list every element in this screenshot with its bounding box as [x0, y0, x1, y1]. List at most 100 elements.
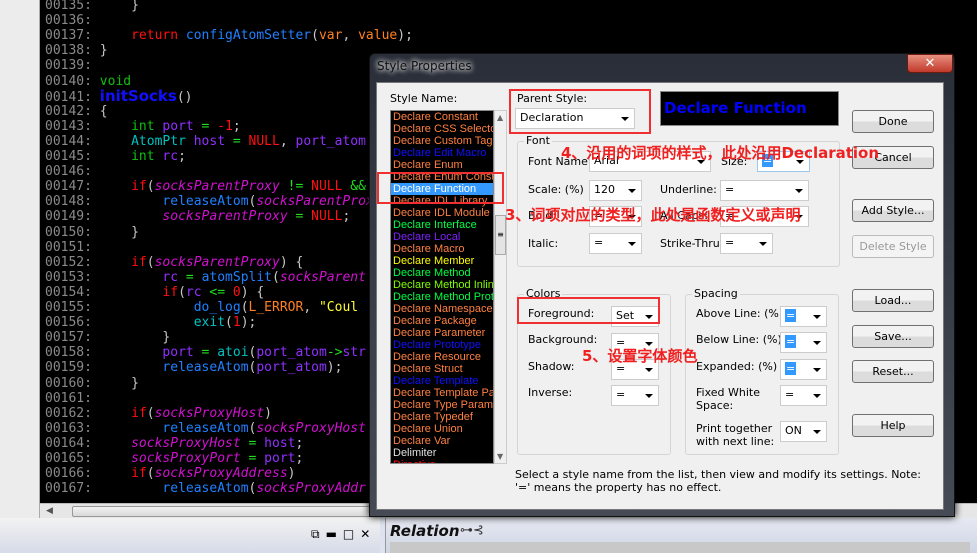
minimize-icon[interactable]: ▬: [326, 527, 343, 541]
pane-controls[interactable]: ⧉▬□✕: [311, 527, 376, 542]
style-list-item[interactable]: Declare Custom Tag: [391, 135, 493, 147]
style-list-item[interactable]: Declare Local: [391, 231, 493, 243]
close-button[interactable]: ✕: [907, 54, 953, 73]
code-line[interactable]: 00167: releaseAtom(socksProxyAddr: [45, 481, 366, 496]
code-line[interactable]: 00158: port = atoi(port_atom->str: [45, 345, 366, 360]
code-line[interactable]: 00151:: [45, 240, 100, 255]
style-list-item[interactable]: Declare Template Param: [391, 387, 493, 399]
underline-select[interactable]: =: [720, 180, 809, 201]
style-list-item[interactable]: Delimiter: [391, 447, 493, 459]
above-line-select[interactable]: =: [780, 306, 827, 327]
line-number: 00143:: [45, 118, 92, 134]
style-list-item[interactable]: Declare Parameter: [391, 327, 493, 339]
code-line[interactable]: 00162: if(socksProxyHost): [45, 406, 272, 421]
restore-icon[interactable]: ⧉: [311, 527, 326, 541]
style-list-item[interactable]: Declare Method Prototype: [391, 291, 493, 303]
style-list-item[interactable]: Declare Constant: [391, 111, 493, 123]
code-line[interactable]: 00145: int rc;: [45, 149, 186, 164]
print-together-select[interactable]: ON: [780, 421, 827, 442]
code-line[interactable]: 00135: }: [45, 0, 139, 13]
expanded-select[interactable]: =: [780, 359, 827, 380]
scroll-left-arrow-icon[interactable]: ◀: [46, 506, 53, 516]
code-line[interactable]: 00165: socksProxyPort = port;: [45, 451, 303, 466]
code-line[interactable]: 00144: AtomPtr host = NULL, port_atom: [45, 134, 366, 149]
close-icon[interactable]: ✕: [360, 527, 376, 541]
style-list-item[interactable]: Declare Edit Macro: [391, 147, 493, 159]
help-button[interactable]: Help: [852, 414, 934, 437]
font-group-title: Font: [524, 134, 552, 147]
style-list-item[interactable]: Declare Prototype: [391, 339, 493, 351]
style-list-item[interactable]: Declare Template: [391, 375, 493, 387]
code-line[interactable]: 00148: releaseAtom(socksParentProxy: [45, 194, 382, 209]
code-line[interactable]: 00149: socksParentProxy = NULL;: [45, 209, 350, 224]
scroll-down-icon[interactable]: ▼: [497, 452, 503, 461]
scroll-up-icon[interactable]: ▲: [497, 113, 503, 122]
line-number: 00147:: [45, 179, 92, 195]
code-line[interactable]: 00143: int port = -1;: [45, 119, 241, 134]
code-line[interactable]: 00146:: [45, 164, 100, 179]
style-list-item[interactable]: Declare CSS Selector: [391, 123, 493, 135]
code-line[interactable]: 00136:: [45, 13, 100, 28]
code-token: port: [162, 118, 194, 134]
code-line[interactable]: 00154: if(rc <= 0) {: [45, 285, 264, 300]
style-list-item[interactable]: Declare Method: [391, 267, 493, 279]
code-line[interactable]: 00141: initSocks(): [45, 88, 193, 105]
fixed-white-space-select[interactable]: =: [780, 385, 827, 406]
style-list-item[interactable]: Declare Typedef: [391, 411, 493, 423]
code-line[interactable]: 00161:: [45, 391, 100, 406]
style-list-item[interactable]: Declare Struct: [391, 363, 493, 375]
delete-style-button[interactable]: Delete Style: [852, 235, 934, 258]
code-line[interactable]: 00153: rc = atomSplit(socksParent: [45, 270, 366, 285]
code-line[interactable]: 00163: releaseAtom(socksProxyHost: [45, 421, 366, 436]
line-number: 00155:: [45, 300, 92, 315]
code-line[interactable]: 00160: }: [45, 376, 139, 391]
style-list-item[interactable]: Declare Resource: [391, 351, 493, 363]
code-line[interactable]: 00150: }: [45, 225, 139, 240]
line-number: 00139:: [45, 58, 92, 74]
style-list-item[interactable]: Declare Package: [391, 315, 493, 327]
code-line[interactable]: 00155: do_log(L_ERROR, "Coul: [45, 300, 358, 315]
italic-select[interactable]: =: [589, 233, 642, 254]
code-token: host: [264, 435, 296, 451]
code-line[interactable]: 00138: }: [45, 43, 108, 58]
style-list-item[interactable]: Declare Union: [391, 423, 493, 435]
style-list-item[interactable]: Declare Member: [391, 255, 493, 267]
style-list-item[interactable]: Declare IDL Module: [391, 207, 493, 219]
code-line[interactable]: 00137: return configAtomSetter(var, valu…: [45, 28, 413, 43]
code-line[interactable]: 00159: releaseAtom(port_atom);: [45, 360, 342, 375]
style-list-item[interactable]: Directive: [391, 459, 493, 463]
style-list-item[interactable]: Declare Method Inline: [391, 279, 493, 291]
below-line-select[interactable]: =: [780, 332, 827, 353]
add-style-button[interactable]: Add Style...: [852, 199, 934, 222]
strike-select[interactable]: =: [720, 233, 773, 254]
done-button[interactable]: Done: [852, 110, 934, 133]
scale-select[interactable]: 120: [589, 180, 642, 201]
load-button[interactable]: Load...: [852, 289, 934, 312]
code-line[interactable]: 00164: socksProxyHost = host;: [45, 436, 303, 451]
style-list-item[interactable]: Declare Namespace: [391, 303, 493, 315]
style-list-item[interactable]: Declare Macro: [391, 243, 493, 255]
code-token: }: [99, 330, 171, 346]
reset-button[interactable]: Reset...: [852, 360, 934, 383]
style-list-scrollbar[interactable]: ▲ ≡ ▼: [494, 110, 507, 464]
code-line[interactable]: 00166: if(socksProxyAddress): [45, 466, 295, 481]
code-line[interactable]: 00147: if(socksParentProxy != NULL &&: [45, 179, 366, 194]
relation-tree-icon[interactable]: ⊶⊰: [460, 523, 484, 538]
code-token: <=: [201, 284, 233, 300]
style-list-item[interactable]: Declare Interface: [391, 219, 493, 231]
style-name-list[interactable]: Declare Constant Declare CSS Selector Decl…: [390, 110, 494, 464]
inverse-select[interactable]: =: [611, 385, 659, 406]
style-list-item[interactable]: Declare Var: [391, 435, 493, 447]
code-line[interactable]: 00157: }: [45, 330, 170, 345]
style-list-item[interactable]: Declare Type Parameter: [391, 399, 493, 411]
code-line[interactable]: 00139:: [45, 58, 100, 73]
code-line[interactable]: 00142: {: [45, 104, 108, 119]
code-token: NULL: [248, 133, 280, 149]
maximize-icon[interactable]: □: [343, 527, 360, 541]
code-line[interactable]: 00152: if(socksParentProxy) {: [45, 255, 303, 270]
style-list-item[interactable]: Declare Enum: [391, 159, 493, 171]
code-line[interactable]: 00156: exit(1);: [45, 315, 256, 330]
save-button[interactable]: Save...: [852, 325, 934, 348]
